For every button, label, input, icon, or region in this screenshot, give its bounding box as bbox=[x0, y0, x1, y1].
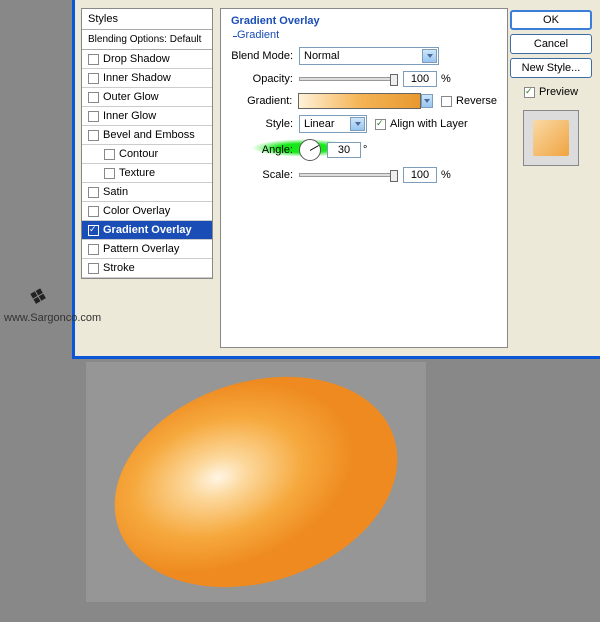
gradient-label: Gradient: bbox=[231, 95, 292, 107]
angle-label: Angle: bbox=[231, 144, 293, 156]
gradient-ellipse bbox=[87, 342, 425, 622]
preview-label: Preview bbox=[539, 86, 578, 98]
style-gradient-overlay[interactable]: Gradient Overlay bbox=[82, 221, 212, 240]
preview-swatch bbox=[523, 110, 579, 166]
scale-input[interactable] bbox=[403, 167, 437, 183]
cancel-button[interactable]: Cancel bbox=[510, 34, 592, 54]
preview-gradient bbox=[533, 120, 569, 156]
checkbox-icon[interactable] bbox=[88, 225, 99, 236]
style-bevel-emboss[interactable]: Bevel and Emboss bbox=[82, 126, 212, 145]
opacity-label: Opacity: bbox=[231, 73, 293, 85]
opacity-input[interactable] bbox=[403, 71, 437, 87]
blend-mode-select[interactable]: Normal bbox=[299, 47, 439, 65]
style-satin[interactable]: Satin bbox=[82, 183, 212, 202]
chevron-down-icon[interactable] bbox=[350, 117, 365, 131]
slider-thumb[interactable] bbox=[390, 74, 398, 86]
checkbox-icon[interactable] bbox=[88, 73, 99, 84]
new-style-button[interactable]: New Style... bbox=[510, 58, 592, 78]
reverse-label: Reverse bbox=[456, 95, 497, 107]
style-color-overlay[interactable]: Color Overlay bbox=[82, 202, 212, 221]
style-inner-shadow[interactable]: Inner Shadow bbox=[82, 69, 212, 88]
angle-unit: ° bbox=[363, 144, 367, 156]
preview-checkbox[interactable] bbox=[524, 87, 535, 98]
checkbox-icon[interactable] bbox=[88, 244, 99, 255]
settings-title: Gradient Overlay bbox=[231, 15, 497, 27]
checkbox-icon[interactable] bbox=[104, 168, 115, 179]
checkbox-icon[interactable] bbox=[88, 263, 99, 274]
angle-input[interactable] bbox=[327, 142, 361, 158]
opacity-slider[interactable] bbox=[299, 77, 397, 81]
slider-thumb[interactable] bbox=[390, 170, 398, 182]
style-drop-shadow[interactable]: Drop Shadow bbox=[82, 50, 212, 69]
style-select[interactable]: Linear bbox=[299, 115, 367, 133]
style-label: Style: bbox=[231, 118, 293, 130]
blending-options-header[interactable]: Blending Options: Default bbox=[82, 30, 212, 50]
dialog-button-column: OK Cancel New Style... Preview bbox=[510, 10, 592, 166]
settings-subtitle: Gradient bbox=[237, 29, 497, 41]
checkbox-icon[interactable] bbox=[104, 149, 115, 160]
logo-icon: ❖ bbox=[25, 282, 51, 312]
layer-style-dialog: Styles Blending Options: Default Drop Sh… bbox=[72, 0, 600, 359]
style-stroke[interactable]: Stroke bbox=[82, 259, 212, 278]
chevron-down-icon[interactable] bbox=[422, 49, 437, 63]
scale-unit: % bbox=[441, 169, 451, 181]
styles-list: Styles Blending Options: Default Drop Sh… bbox=[81, 8, 213, 279]
gradient-overlay-settings: Gradient Overlay Gradient Blend Mode: No… bbox=[220, 8, 508, 348]
style-pattern-overlay[interactable]: Pattern Overlay bbox=[82, 240, 212, 259]
watermark: ❖ www.Sargonco.com bbox=[4, 284, 72, 324]
chevron-down-icon[interactable] bbox=[421, 94, 433, 108]
checkbox-icon[interactable] bbox=[88, 54, 99, 65]
angle-dial[interactable] bbox=[299, 139, 321, 161]
align-label: Align with Layer bbox=[390, 118, 468, 130]
align-checkbox[interactable] bbox=[375, 119, 386, 130]
reverse-checkbox[interactable] bbox=[441, 96, 452, 107]
style-texture[interactable]: Texture bbox=[82, 164, 212, 183]
blend-mode-label: Blend Mode: bbox=[231, 50, 293, 62]
style-outer-glow[interactable]: Outer Glow bbox=[82, 88, 212, 107]
styles-header: Styles bbox=[82, 9, 212, 30]
style-contour[interactable]: Contour bbox=[82, 145, 212, 164]
scale-slider[interactable] bbox=[299, 173, 397, 177]
gradient-picker[interactable] bbox=[298, 93, 421, 109]
scale-label: Scale: bbox=[231, 169, 293, 181]
checkbox-icon[interactable] bbox=[88, 130, 99, 141]
checkbox-icon[interactable] bbox=[88, 187, 99, 198]
ok-button[interactable]: OK bbox=[510, 10, 592, 30]
result-preview bbox=[86, 362, 426, 602]
style-inner-glow[interactable]: Inner Glow bbox=[82, 107, 212, 126]
opacity-unit: % bbox=[441, 73, 451, 85]
checkbox-icon[interactable] bbox=[88, 92, 99, 103]
checkbox-icon[interactable] bbox=[88, 206, 99, 217]
checkbox-icon[interactable] bbox=[88, 111, 99, 122]
